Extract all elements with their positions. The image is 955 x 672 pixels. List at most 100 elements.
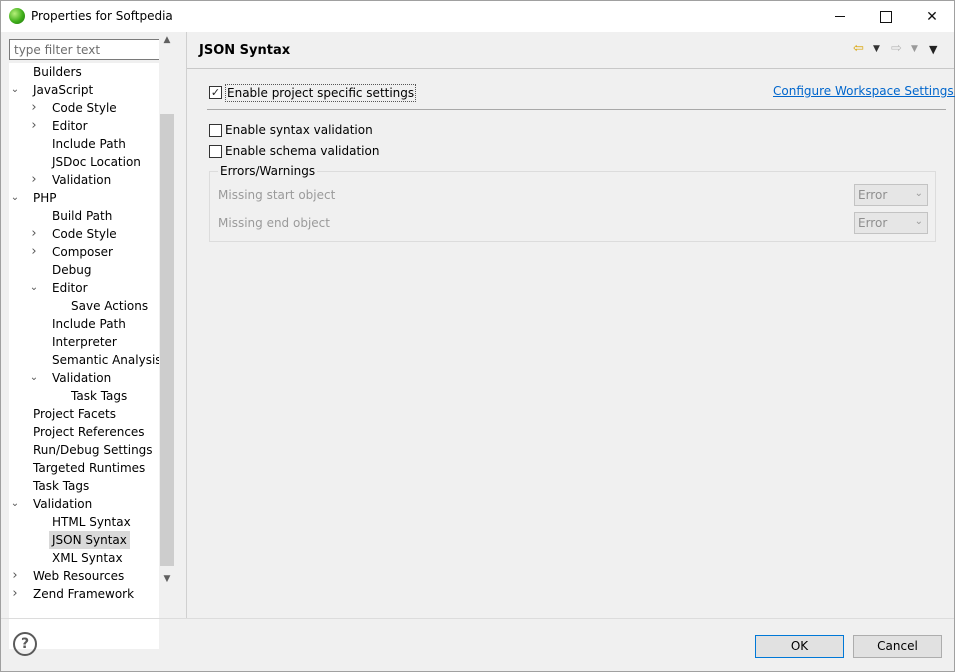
tree-item[interactable]: ⌄ Editor bbox=[9, 279, 159, 297]
tree-item-label: Run/Debug Settings bbox=[33, 443, 153, 457]
tree-item-label: Editor bbox=[52, 281, 88, 295]
tree-item[interactable]: HTML Syntax bbox=[9, 513, 159, 531]
tree-item-label: Task Tags bbox=[71, 389, 128, 403]
chevron-down-icon[interactable]: ⌄ bbox=[28, 279, 40, 297]
help-icon[interactable]: ? bbox=[13, 632, 37, 656]
missing-end-object-select[interactable]: Error ⌄ bbox=[854, 212, 928, 234]
tree-item[interactable]: Save Actions bbox=[9, 297, 159, 315]
tree-item[interactable]: › Validation bbox=[9, 171, 159, 189]
tree-item-label: Semantic Analysis bbox=[52, 353, 159, 367]
tree-item[interactable]: Project References bbox=[9, 423, 159, 441]
chevron-down-icon[interactable]: ⌄ bbox=[28, 369, 40, 387]
right-panel: JSON Syntax ⇦ ▼ ⇨ ▼ ▼ Enable project spe… bbox=[186, 32, 955, 618]
chevron-right-icon[interactable]: › bbox=[28, 243, 40, 261]
tree-item[interactable]: Build Path bbox=[9, 207, 159, 225]
missing-start-object-select[interactable]: Error ⌄ bbox=[854, 184, 928, 206]
view-menu-icon[interactable]: ▼ bbox=[929, 43, 937, 56]
tree-item[interactable]: Debug bbox=[9, 261, 159, 279]
scroll-up-icon[interactable]: ▲ bbox=[159, 32, 175, 49]
missing-end-object-label: Missing end object bbox=[218, 216, 330, 230]
scroll-thumb[interactable] bbox=[160, 114, 174, 566]
chevron-down-icon[interactable]: ⌄ bbox=[9, 189, 21, 207]
tree-item[interactable]: ⌄ JavaScript bbox=[9, 81, 159, 99]
cancel-button[interactable]: Cancel bbox=[853, 635, 942, 658]
errors-warnings-group: Errors/Warnings Missing start object Err… bbox=[209, 164, 936, 242]
close-icon[interactable]: ✕ bbox=[909, 1, 955, 32]
tree-item[interactable]: › Composer bbox=[9, 243, 159, 261]
ok-button[interactable]: OK bbox=[755, 635, 844, 658]
project-specific-label: Enable project specific settings bbox=[225, 84, 417, 102]
chevron-right-icon[interactable]: › bbox=[28, 171, 40, 189]
tree-item[interactable]: ⌄ Validation bbox=[9, 369, 159, 387]
scroll-down-icon[interactable]: ▼ bbox=[159, 571, 175, 588]
back-arrow-icon[interactable]: ⇦ bbox=[853, 41, 864, 56]
chevron-down-icon: ⌄ bbox=[914, 188, 923, 199]
tree-item-label: Code Style bbox=[52, 227, 117, 241]
nav-toolbar: ⇦ ▼ ⇨ ▼ ▼ bbox=[853, 41, 949, 61]
tree-scrollbar[interactable]: ▲ ▼ bbox=[159, 32, 175, 588]
tree-item[interactable]: JSDoc Location bbox=[9, 153, 159, 171]
syntax-validation-label: Enable syntax validation bbox=[225, 123, 373, 137]
forward-arrow-icon[interactable]: ⇨ bbox=[891, 41, 902, 56]
tree-item-label: Include Path bbox=[52, 137, 126, 151]
back-dropdown-icon[interactable]: ▼ bbox=[873, 44, 880, 54]
chevron-right-icon[interactable]: › bbox=[28, 117, 40, 135]
chevron-down-icon[interactable]: ⌄ bbox=[9, 495, 21, 513]
chevron-down-icon: ⌄ bbox=[914, 216, 923, 227]
filter-input[interactable] bbox=[9, 39, 175, 60]
tree-item[interactable]: › Web Resources bbox=[9, 567, 159, 585]
tree-item[interactable]: ⌄ PHP bbox=[9, 189, 159, 207]
window-title: Properties for Softpedia bbox=[31, 9, 173, 23]
tree-item-label: Interpreter bbox=[52, 335, 117, 349]
schema-validation-label: Enable schema validation bbox=[225, 144, 380, 158]
minimize-button[interactable] bbox=[817, 1, 863, 32]
tree-item[interactable]: Project Facets bbox=[9, 405, 159, 423]
tree-item[interactable]: Targeted Runtimes bbox=[9, 459, 159, 477]
chevron-right-icon[interactable]: › bbox=[28, 99, 40, 117]
tree-item[interactable]: JSON Syntax bbox=[9, 531, 159, 549]
tree-item[interactable]: Semantic Analysis bbox=[9, 351, 159, 369]
app-icon bbox=[9, 8, 25, 24]
configure-workspace-link[interactable]: Configure Workspace Settings... bbox=[773, 84, 955, 98]
footer-divider bbox=[1, 618, 954, 619]
forward-dropdown-icon[interactable]: ▼ bbox=[911, 44, 918, 54]
chevron-right-icon[interactable]: › bbox=[9, 567, 21, 585]
tree-item[interactable]: › Zend Framework bbox=[9, 585, 159, 603]
tree-item[interactable]: Run/Debug Settings bbox=[9, 441, 159, 459]
chevron-right-icon[interactable]: › bbox=[9, 585, 21, 603]
maximize-button[interactable] bbox=[863, 1, 909, 32]
tree-item[interactable]: ⌄ Validation bbox=[9, 495, 159, 513]
tree-item-label: Editor bbox=[52, 119, 88, 133]
properties-dialog: Properties for Softpedia ✕ Builders ⌄ Java… bbox=[0, 0, 955, 672]
tree-item-label: PHP bbox=[33, 191, 57, 205]
property-tree: Builders ⌄ JavaScript › Code Style › Editor Inc… bbox=[9, 63, 159, 649]
tree-item[interactable]: Task Tags bbox=[9, 477, 159, 495]
tree-item[interactable]: Interpreter bbox=[9, 333, 159, 351]
tree-item-label: Debug bbox=[52, 263, 92, 277]
group-title: Errors/Warnings bbox=[218, 164, 318, 178]
tree-item[interactable]: XML Syntax bbox=[9, 549, 159, 567]
tree-item[interactable]: Include Path bbox=[9, 315, 159, 333]
tree-item[interactable]: Task Tags bbox=[9, 387, 159, 405]
checkbox-box[interactable] bbox=[209, 86, 222, 99]
tree-item[interactable]: Builders bbox=[9, 63, 159, 81]
checkbox-box[interactable] bbox=[209, 124, 222, 137]
tree-item-label: Zend Framework bbox=[33, 587, 135, 601]
tree-item-label: JSON Syntax bbox=[49, 531, 130, 549]
tree-item[interactable]: Include Path bbox=[9, 135, 159, 153]
chevron-down-icon[interactable]: ⌄ bbox=[9, 81, 21, 99]
tree-item-label: JSDoc Location bbox=[52, 155, 141, 169]
tree-item[interactable]: › Code Style bbox=[9, 225, 159, 243]
checkbox-box[interactable] bbox=[209, 145, 222, 158]
title-bar: Properties for Softpedia ✕ bbox=[1, 1, 954, 32]
tree-item-label: Build Path bbox=[52, 209, 113, 223]
chevron-right-icon[interactable]: › bbox=[28, 225, 40, 243]
tree-item-label: Web Resources bbox=[33, 569, 125, 583]
header-divider bbox=[187, 68, 954, 69]
tree-item[interactable]: › Editor bbox=[9, 117, 159, 135]
tree-item-label: XML Syntax bbox=[52, 551, 123, 565]
tree-item-label: Task Tags bbox=[33, 479, 90, 493]
tree-item-label: HTML Syntax bbox=[52, 515, 131, 529]
tree-item[interactable]: › Code Style bbox=[9, 99, 159, 117]
page-title: JSON Syntax bbox=[199, 43, 291, 58]
